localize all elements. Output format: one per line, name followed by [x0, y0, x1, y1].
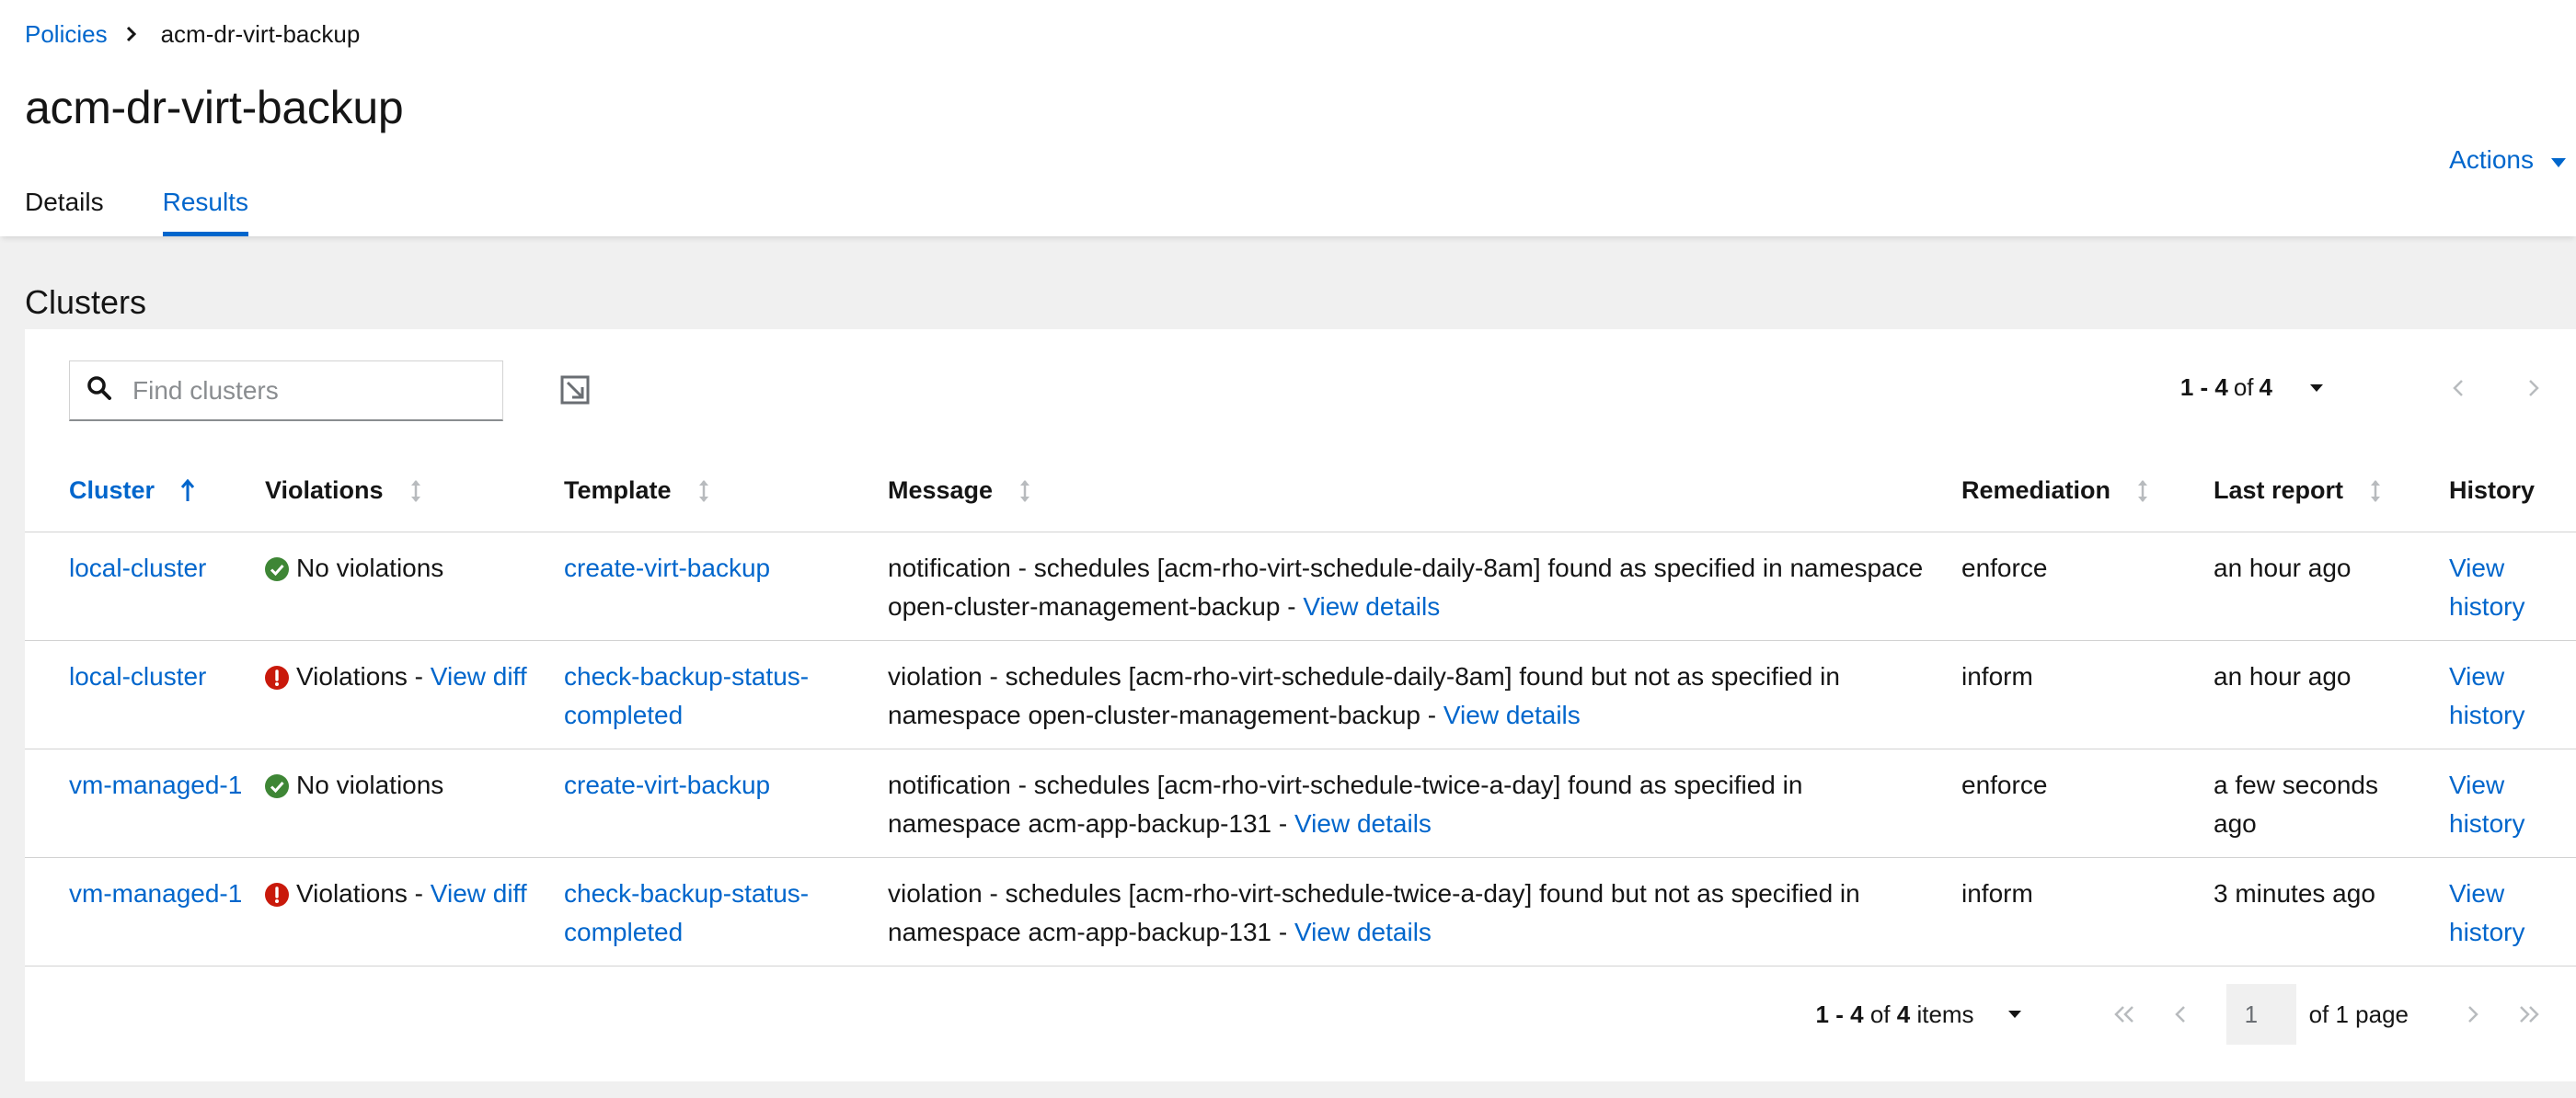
chevron-left-icon[interactable]: [2453, 379, 2464, 397]
section-title: Clusters: [25, 283, 147, 321]
table-header-row: Cluster Violations Template Message Reme…: [25, 451, 2576, 532]
last-page-icon[interactable]: [2519, 1005, 2539, 1024]
remediation-cell: enforce: [1961, 770, 2048, 799]
view-details-link[interactable]: View details: [1303, 592, 1440, 621]
message-cell: notification - schedules [acm-rho-virt-s…: [888, 553, 1924, 621]
remediation-cell: inform: [1961, 661, 2033, 691]
bottom-pagination-range: 1 - 4 of 4 items: [1815, 1000, 1974, 1028]
check-circle-icon: [265, 773, 289, 798]
view-details-link[interactable]: View details: [1294, 918, 1432, 946]
export-icon[interactable]: [560, 375, 590, 409]
message-cell: notification - schedules [acm-rho-virt-s…: [888, 770, 1803, 838]
clusters-card: 1 - 4 of 4 Cluster: [25, 329, 2576, 1081]
first-page-icon[interactable]: [2113, 1005, 2134, 1024]
sort-icon: [1018, 478, 1031, 504]
tabs: Details Results: [25, 184, 249, 236]
table-row: local-cluster Violations - View diff che…: [25, 640, 2576, 749]
actions-label: Actions: [2449, 145, 2534, 174]
violation-status: Violations - View diff: [265, 875, 527, 913]
remediation-cell: inform: [1961, 878, 2033, 908]
column-header-message[interactable]: Message: [888, 451, 1961, 532]
table-row: local-cluster No violations create-virt-…: [25, 532, 2576, 640]
cluster-link[interactable]: local-cluster: [69, 662, 206, 691]
top-pagination-range: 1 - 4 of 4: [2179, 373, 2272, 401]
remediation-cell: enforce: [1961, 553, 2048, 582]
search-input[interactable]: [132, 375, 482, 406]
caret-down-icon[interactable]: [2309, 383, 2324, 393]
view-history-link[interactable]: View history: [2449, 554, 2524, 621]
last-report-cell: 3 minutes ago: [2214, 878, 2375, 908]
breadcrumb: Policies acm-dr-virt-backup: [25, 18, 360, 50]
bottom-pagination: 1 - 4 of 4 items of 1 page: [1816, 984, 2539, 1045]
column-header-cluster[interactable]: Cluster: [25, 451, 265, 532]
chevron-right-icon[interactable]: [2528, 379, 2539, 397]
message-cell: violation - schedules [acm-rho-virt-sche…: [888, 661, 1840, 729]
sort-ascending-icon: [180, 478, 195, 503]
view-history-link[interactable]: View history: [2449, 662, 2524, 729]
last-report-cell: a few seconds ago: [2214, 770, 2378, 838]
check-circle-icon: [265, 556, 289, 581]
sort-icon: [409, 478, 422, 504]
breadcrumb-current: acm-dr-virt-backup: [160, 20, 361, 48]
view-diff-link[interactable]: View diff: [431, 662, 527, 691]
view-diff-link[interactable]: View diff: [431, 879, 527, 908]
page-count: of 1 page: [2308, 1000, 2409, 1028]
sort-icon: [2136, 478, 2149, 504]
search-icon: [86, 375, 112, 406]
violation-status: No violations: [265, 549, 443, 588]
view-details-link[interactable]: View details: [1294, 809, 1432, 838]
page-header: Policies acm-dr-virt-backup acm-dr-virt-…: [0, 0, 2576, 236]
sort-icon: [2369, 478, 2382, 504]
page-number-input[interactable]: [2225, 984, 2296, 1045]
caret-down-icon: [2550, 145, 2567, 175]
template-link[interactable]: check-backup-status-completed: [564, 662, 809, 729]
chevron-right-icon: [126, 26, 137, 42]
column-header-template[interactable]: Template: [564, 451, 888, 532]
page-title: acm-dr-virt-backup: [25, 82, 404, 133]
last-report-cell: an hour ago: [2214, 661, 2352, 691]
tab-details[interactable]: Details: [25, 184, 104, 236]
view-history-link[interactable]: View history: [2449, 771, 2524, 838]
exclamation-circle-icon: [265, 665, 289, 690]
violation-status: No violations: [265, 766, 443, 805]
violation-status: Violations - View diff: [265, 658, 527, 696]
clusters-table: Cluster Violations Template Message Reme…: [25, 451, 2576, 966]
template-link[interactable]: create-virt-backup: [564, 554, 770, 582]
chevron-left-icon[interactable]: [2174, 1005, 2186, 1024]
table-row: vm-managed-1 No violations create-virt-b…: [25, 749, 2576, 857]
column-header-violations[interactable]: Violations: [265, 451, 564, 532]
sort-icon: [697, 478, 710, 504]
view-history-link[interactable]: View history: [2449, 879, 2524, 946]
table-row: vm-managed-1 Violations - View diff chec…: [25, 857, 2576, 966]
column-header-history: History: [2449, 476, 2536, 505]
breadcrumb-policies-link[interactable]: Policies: [25, 18, 108, 50]
cluster-link[interactable]: local-cluster: [69, 554, 206, 582]
template-link[interactable]: create-virt-backup: [564, 771, 770, 799]
search-box: [69, 360, 503, 421]
cluster-link[interactable]: vm-managed-1: [69, 771, 242, 799]
view-details-link[interactable]: View details: [1443, 701, 1581, 729]
tab-results[interactable]: Results: [162, 184, 249, 236]
actions-dropdown[interactable]: Actions: [2449, 145, 2567, 175]
message-cell: violation - schedules [acm-rho-virt-sche…: [888, 878, 1860, 946]
last-report-cell: an hour ago: [2214, 553, 2352, 582]
cluster-link[interactable]: vm-managed-1: [69, 879, 242, 908]
top-pagination: 1 - 4 of 4: [2180, 373, 2539, 402]
template-link[interactable]: check-backup-status-completed: [564, 879, 809, 946]
chevron-right-icon[interactable]: [2467, 1005, 2478, 1024]
caret-down-icon[interactable]: [2007, 1010, 2022, 1019]
column-header-last-report[interactable]: Last report: [2214, 451, 2449, 532]
column-header-remediation[interactable]: Remediation: [1961, 451, 2214, 532]
exclamation-circle-icon: [265, 882, 289, 907]
